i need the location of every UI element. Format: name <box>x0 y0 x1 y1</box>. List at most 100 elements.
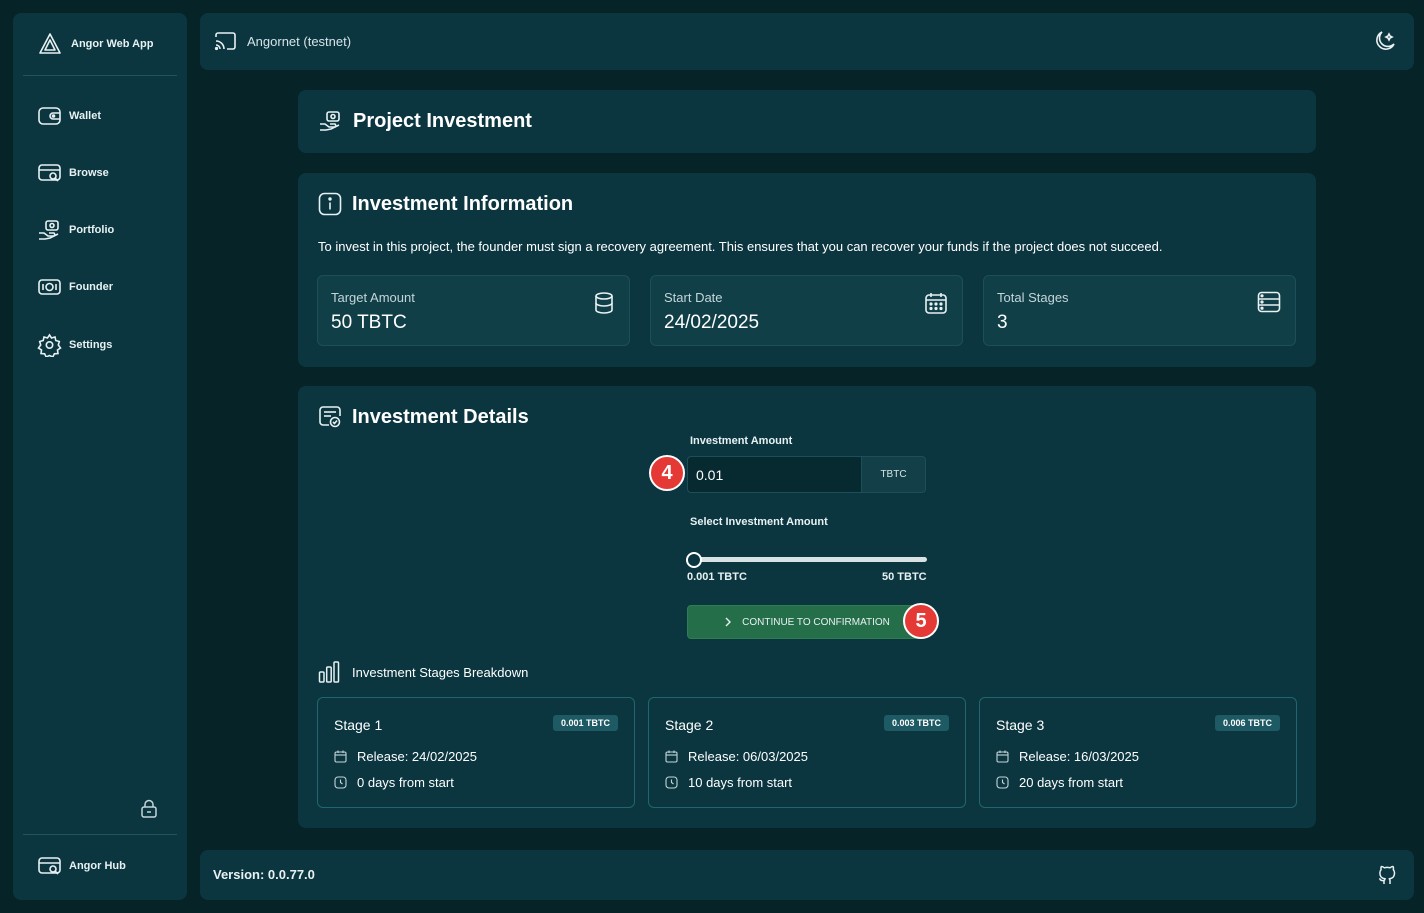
stage-name: Stage 3 <box>996 717 1045 733</box>
section-title-text: Investment Information <box>352 192 574 215</box>
total-stages-card: Total Stages 3 <box>983 275 1296 346</box>
slider-max-label: 50 TBTC <box>882 571 927 583</box>
investment-amount-slider[interactable] <box>687 557 927 562</box>
bar-chart-icon <box>318 660 340 684</box>
stage-name: Stage 1 <box>334 717 383 733</box>
stage-card: Stage 2 0.003 TBTC Release: 06/03/2025 1… <box>648 697 966 808</box>
footer: Version: 0.0.77.0 <box>200 850 1414 900</box>
clock-icon <box>665 776 678 789</box>
stages-breakdown-title: Investment Stages Breakdown <box>318 660 528 684</box>
sidebar-item-label: Founder <box>69 281 113 293</box>
angor-logo-icon <box>37 31 63 57</box>
version-label: Version: 0.0.77.0 <box>213 867 315 882</box>
lock-icon[interactable] <box>139 799 159 819</box>
chevron-right-icon <box>724 617 732 627</box>
investment-details-panel: Investment Details Investment Amount 4 T… <box>298 386 1316 828</box>
stage-amount-badge: 0.003 TBTC <box>883 715 949 731</box>
investment-amount-input[interactable] <box>687 456 862 493</box>
target-amount-card: Target Amount 50 TBTC <box>317 275 630 346</box>
stage-days: 10 days from start <box>665 775 792 790</box>
stage-release-text: Release: 06/03/2025 <box>688 749 808 764</box>
sidebar-item-founder[interactable]: Founder <box>37 276 113 298</box>
sidebar-item-wallet[interactable]: Wallet <box>37 105 101 127</box>
app-brand[interactable]: Angor Web App <box>37 31 154 57</box>
stage-days: 20 days from start <box>996 775 1123 790</box>
sidebar-divider <box>23 75 177 76</box>
sidebar-item-label: Angor Hub <box>69 860 126 872</box>
stat-value: 3 <box>997 312 1008 333</box>
database-icon <box>593 291 615 315</box>
slider-thumb[interactable] <box>686 552 703 568</box>
stage-release: Release: 16/03/2025 <box>996 749 1139 764</box>
sidebar: Angor Web App Wallet Browse Portfolio Fo… <box>13 13 187 900</box>
stage-days: 0 days from start <box>334 775 454 790</box>
sidebar-divider <box>23 834 177 835</box>
step-badge-4: 4 <box>649 455 685 491</box>
section-title: Investment Details <box>318 405 529 429</box>
unit-addon: TBTC <box>861 456 926 493</box>
stage-card: Stage 3 0.006 TBTC Release: 16/03/2025 2… <box>979 697 1297 808</box>
stage-card: Stage 1 0.001 TBTC Release: 24/02/2025 0… <box>317 697 635 808</box>
certificate-icon <box>318 405 342 429</box>
stage-release: Release: 06/03/2025 <box>665 749 808 764</box>
calendar-icon <box>665 750 678 763</box>
info-description: To invest in this project, the founder m… <box>318 239 1163 254</box>
sidebar-item-label: Portfolio <box>69 224 115 236</box>
stages-icon <box>1257 291 1281 313</box>
stage-amount-badge: 0.001 TBTC <box>552 715 618 731</box>
app-title: Angor Web App <box>71 38 154 50</box>
sidebar-item-label: Wallet <box>69 110 101 122</box>
hub-icon <box>37 855 62 877</box>
sidebar-item-label: Settings <box>69 339 113 351</box>
info-icon <box>318 192 342 216</box>
top-bar: Angornet (testnet) <box>200 13 1414 70</box>
calendar-icon <box>334 750 347 763</box>
network-label: Angornet (testnet) <box>247 33 352 49</box>
section-title: Investment Information <box>318 192 573 216</box>
step-badge-5: 5 <box>903 603 939 639</box>
investment-information-panel: Investment Information To invest in this… <box>298 173 1316 367</box>
sidebar-item-label: Browse <box>69 167 109 179</box>
stage-days-text: 0 days from start <box>357 775 454 790</box>
wallet-icon <box>37 105 62 127</box>
page-title-text: Project Investment <box>353 109 532 132</box>
stat-label: Start Date <box>664 290 723 305</box>
stage-release-text: Release: 24/02/2025 <box>357 749 477 764</box>
section-title-text: Investment Details <box>352 405 529 428</box>
settings-icon <box>37 333 62 357</box>
stat-label: Total Stages <box>997 290 1069 305</box>
theme-toggle-icon[interactable] <box>1372 28 1398 54</box>
continue-to-confirmation-button[interactable]: CONTINUE TO CONFIRMATION <box>687 605 927 639</box>
stage-name: Stage 2 <box>665 717 714 733</box>
github-icon[interactable] <box>1376 863 1398 887</box>
start-date-card: Start Date 24/02/2025 <box>650 275 963 346</box>
calendar-icon <box>996 750 1009 763</box>
page-title: Project Investment <box>318 109 532 133</box>
stat-value: 50 TBTC <box>331 312 407 333</box>
stat-value: 24/02/2025 <box>664 312 760 333</box>
stage-days-text: 10 days from start <box>688 775 793 790</box>
clock-icon <box>996 776 1009 789</box>
stage-release: Release: 24/02/2025 <box>334 749 477 764</box>
investment-amount-label: Investment Amount <box>690 435 793 447</box>
clock-icon <box>334 776 347 789</box>
portfolio-icon <box>37 219 62 241</box>
select-amount-label: Select Investment Amount <box>690 516 828 528</box>
continue-label: CONTINUE TO CONFIRMATION <box>742 616 890 628</box>
stage-amount-badge: 0.006 TBTC <box>1214 715 1280 731</box>
calendar-icon <box>924 291 948 315</box>
sidebar-item-portfolio[interactable]: Portfolio <box>37 219 114 241</box>
breakdown-title-text: Investment Stages Breakdown <box>352 664 529 680</box>
slider-min-label: 0.001 TBTC <box>687 571 747 583</box>
sidebar-item-settings[interactable]: Settings <box>37 333 112 357</box>
page-header-panel: Project Investment <box>298 90 1316 153</box>
sidebar-item-browse[interactable]: Browse <box>37 162 109 184</box>
stage-days-text: 20 days from start <box>1019 775 1124 790</box>
stat-label: Target Amount <box>331 290 415 305</box>
sidebar-item-angor-hub[interactable]: Angor Hub <box>37 855 126 877</box>
browse-icon <box>37 162 62 184</box>
portfolio-icon <box>318 109 343 133</box>
cast-icon <box>213 30 238 52</box>
founder-icon <box>37 276 62 298</box>
network-indicator[interactable]: Angornet (testnet) <box>213 30 351 52</box>
